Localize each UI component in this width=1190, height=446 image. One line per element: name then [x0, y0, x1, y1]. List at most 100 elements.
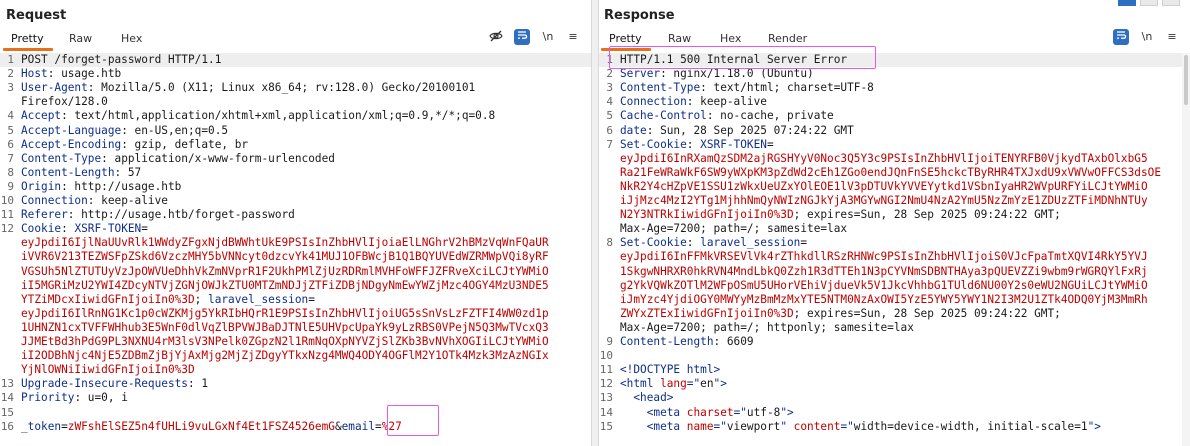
code-line[interactable]: 2 Server: nginx/1.18.0 (Ubuntu) — [599, 67, 1190, 81]
code-line[interactable]: iJjMzc4MzI2YTg1MjhhNmQyNWIzNGJkYjA3MGYwN… — [599, 194, 1190, 208]
code-line[interactable]: eyJpdiI6InFFMkVRSEVlVk4rZThkdllRSzRHNWc9… — [599, 250, 1190, 264]
code-line[interactable]: 9 Origin: http://usage.htb — [0, 180, 591, 194]
code-line[interactable]: N2Y3NTRkIiwidGFnIjoiIn0%3D; expires=Sun,… — [599, 208, 1190, 222]
line-text: iJmYzc4YjdiOGY0MWYyMzBmMzMxYTE5NTM0NzAxO… — [620, 293, 1184, 307]
code-line[interactable]: 12 Cookie: XSRF-TOKEN= — [0, 222, 591, 236]
menu-icon[interactable]: ≡ — [565, 29, 581, 45]
code-line[interactable]: Firefox/128.0 — [0, 95, 591, 109]
code-line[interactable]: 6 Accept-Encoding: gzip, deflate, br — [0, 138, 591, 152]
request-tab-pretty[interactable]: Pretty — [6, 30, 49, 47]
code-line[interactable]: VGSUh5NlZTUTUyVzJpOWVUeDhhVkZmNVprR1F2Uk… — [0, 265, 591, 279]
code-line[interactable]: eyJpdiI6InRXamQzSDM2ajRGSHYyV0Noc3Q5Y3c9… — [599, 152, 1190, 166]
request-tab-hex[interactable]: Hex — [116, 30, 147, 47]
line-number: 9 — [606, 335, 613, 348]
line-text: date: Sun, 28 Sep 2025 07:24:22 GMT — [620, 124, 1184, 138]
code-line[interactable]: 3 User-Agent: Mozilla/5.0 (X11; Linux x86… — [0, 81, 591, 95]
code-line[interactable]: Max-Age=7200; path=/; httponly; samesite… — [599, 321, 1190, 335]
layout-horizontal-icon[interactable] — [1140, 0, 1158, 6]
code-line[interactable]: eyJpdiI6IjlNaUUvRlk1WWdyZFgxNjdBWWhtUkE9… — [0, 236, 591, 250]
code-line[interactable]: 16 _token=zWFshElSEZ5n4fUHLi9vuLGxNf4Et1F… — [0, 420, 591, 434]
code-line[interactable]: 14 <meta charset="utf-8"> — [599, 406, 1190, 420]
code-line[interactable]: Ra21FeWRaWkF6SW9yWXpKM3pZdWd2cEh1ZGo0end… — [599, 166, 1190, 180]
code-line[interactable]: 13 Upgrade-Insecure-Requests: 1 — [0, 377, 591, 391]
newline-toggle[interactable]: \n — [540, 29, 556, 45]
code-line[interactable]: 7 Content-Type: application/x-www-form-ur… — [0, 152, 591, 166]
code-line[interactable]: 11 <!DOCTYPE html> — [599, 363, 1190, 377]
line-number: 10 — [0, 194, 14, 207]
code-token: "> — [1087, 419, 1101, 433]
line-text: Set-Cookie: laravel_session= — [620, 236, 1184, 250]
code-token: = — [308, 292, 315, 306]
code-line[interactable]: 14 Priority: u=0, i — [0, 391, 591, 405]
code-token: : — [686, 236, 701, 250]
code-line[interactable]: 4 Connection: keep-alive — [599, 95, 1190, 109]
response-scrollbar[interactable] — [1182, 53, 1190, 446]
code-line[interactable]: iVVR6V213TEZWSFpZSkd6VzczMHY5bVNNcyt0dzc… — [0, 250, 591, 264]
code-line[interactable]: eyJpdiI6IlRnNG1Kc1p0cWZKMjg5YkRIbHQrR1E9… — [0, 307, 591, 321]
wrap-icon[interactable] — [1113, 29, 1129, 45]
wrap-icon[interactable] — [514, 29, 530, 45]
code-line[interactable]: 5 Accept-Language: en-US,en;q=0.5 — [0, 124, 591, 138]
code-line[interactable]: iI5MGRiMzU2YWI4ZDcyNTVjZGNjOWJkZTU0MTZmN… — [0, 279, 591, 293]
code-line[interactable]: YTZiMDcxIiwidGFnIjoiIn0%3D; laravel_sess… — [0, 293, 591, 307]
line-text: <!DOCTYPE html> — [620, 363, 1184, 377]
response-editor[interactable]: 1 HTTP/1.1 500 Internal Server Error 2 Serv… — [599, 53, 1190, 446]
response-scrollbar-thumb[interactable] — [1184, 55, 1188, 105]
response-tab-pretty[interactable]: Pretty — [604, 30, 647, 47]
code-line[interactable]: JJMEtBd3hPdG9PL3NXNU4rM3lsV3NPelk0ZGpzN2… — [0, 335, 591, 349]
code-line[interactable]: iI2ODBhNjc4NjE5ZDBmZjBjYjAxMjg2MjZjZDgyY… — [0, 349, 591, 363]
code-token: viewport — [726, 419, 781, 433]
request-tab-raw[interactable]: Raw — [64, 30, 97, 47]
code-line[interactable]: 1 POST /forget-password HTTP/1.1 — [0, 53, 591, 68]
code-line[interactable]: YjNlOWNiIiwidGFnIjoiIn0%3D — [0, 363, 591, 377]
code-line[interactable]: 4 Accept: text/html,application/xhtml+xml… — [0, 109, 591, 123]
code-line[interactable]: 8 Content-Length: 57 — [0, 166, 591, 180]
code-line[interactable]: 8 Set-Cookie: laravel_session= — [599, 236, 1190, 250]
response-tab-raw[interactable]: Raw — [663, 30, 696, 47]
code-token: 1UHNZN1cxTVFFWHhub3E5WnF0dlVqZlBPVWJBaDJ… — [21, 320, 549, 334]
code-line[interactable]: 15 <meta name="viewport" content="width=… — [599, 420, 1190, 434]
code-line[interactable]: 10 Connection: keep-alive — [0, 194, 591, 208]
code-token: en — [700, 377, 714, 391]
code-line[interactable]: 1 HTTP/1.1 500 Internal Server Error — [599, 53, 1190, 68]
code-line[interactable]: 6 date: Sun, 28 Sep 2025 07:24:22 GMT — [599, 124, 1190, 138]
code-line[interactable]: 1SkgwNHRXR0hkRVN4MndLbkQ0Zzh1R3dTTEh1N3p… — [599, 265, 1190, 279]
line-text: iI2ODBhNjc4NjE5ZDBmZjBjYjAxMjg2MjZjZDgyY… — [21, 349, 585, 363]
response-tab-render[interactable]: Render — [763, 30, 812, 47]
menu-icon[interactable]: ≡ — [1164, 29, 1180, 45]
code-token: eyJpdiI6InFFMkVRSEVlVk4rZThkdllRSzRHNWc9… — [620, 250, 1148, 264]
eye-off-icon[interactable] — [488, 29, 504, 45]
code-line[interactable]: 1UHNZN1cxTVFFWHhub3E5WnF0dlVqZlBPVWJBaDJ… — [0, 321, 591, 335]
code-line[interactable]: 9 Content-Length: 6609 — [599, 335, 1190, 349]
code-line[interactable]: g2YkVQWkZOTlM2WFpOSmU5UHorVEhiVjdueVk5V1… — [599, 279, 1190, 293]
code-line[interactable]: 15 — [0, 406, 591, 420]
line-number: 11 — [599, 363, 613, 377]
code-line[interactable]: 13 <head> — [599, 391, 1190, 405]
code-line[interactable]: iJmYzc4YjdiOGY0MWYyMzBmMzMxYTE5NTM0NzAxO… — [599, 293, 1190, 307]
code-token: <html — [620, 377, 661, 391]
code-line[interactable]: 11 Referer: http://usage.htb/forget-passw… — [0, 208, 591, 222]
newline-toggle[interactable]: \n — [1139, 29, 1155, 45]
line-text: JJMEtBd3hPdG9PL3NXNU4rM3lsV3NPelk0ZGpzN2… — [21, 335, 585, 349]
code-line[interactable]: 10 — [599, 349, 1190, 363]
code-line[interactable]: Max-Age=7200; path=/; samesite=lax — [599, 222, 1190, 236]
line-text: YjNlOWNiIiwidGFnIjoiIn0%3D — [21, 363, 585, 377]
code-token: width=device-width, initial-scale=1 — [853, 419, 1088, 433]
code-line[interactable]: NkR2Y4cHZpVE1SSU1zWkxUeUZxYOlEOE1lV3pDTU… — [599, 180, 1190, 194]
request-editor[interactable]: 1 POST /forget-password HTTP/1.1 2 Host: us… — [0, 53, 591, 446]
line-text: Accept: text/html,application/xhtml+xml,… — [21, 109, 585, 123]
code-token: g2YkVQWkZOTlM2WFpOSmU5UHorVEhiVjdueVk5V1… — [620, 278, 1148, 292]
layout-vertical-icon[interactable] — [1162, 0, 1180, 6]
line-text: _token=zWFshElSEZ5n4fUHLi9vuLGxNf4Et1FSZ… — [21, 420, 585, 434]
code-line[interactable]: 5 Cache-Control: no-cache, private — [599, 109, 1190, 123]
code-line[interactable]: ZWYxZTExIiwidGFnIjoiIn0%3D; expires=Sun,… — [599, 307, 1190, 321]
response-tab-hex[interactable]: Hex — [715, 30, 746, 47]
line-number: 9 — [7, 179, 14, 193]
code-line[interactable]: 12 <html lang="en"> — [599, 377, 1190, 391]
line-text: N2Y3NTRkIiwidGFnIjoiIn0%3D; expires=Sun,… — [620, 208, 1184, 222]
layout-split-icon[interactable] — [1118, 0, 1136, 6]
code-token: <meta — [620, 419, 687, 433]
code-line[interactable]: 3 Content-Type: text/html; charset=UTF-8 — [599, 81, 1190, 95]
code-line[interactable]: 2 Host: usage.htb — [0, 67, 591, 81]
code-line[interactable]: 7 Set-Cookie: XSRF-TOKEN= — [599, 138, 1190, 152]
